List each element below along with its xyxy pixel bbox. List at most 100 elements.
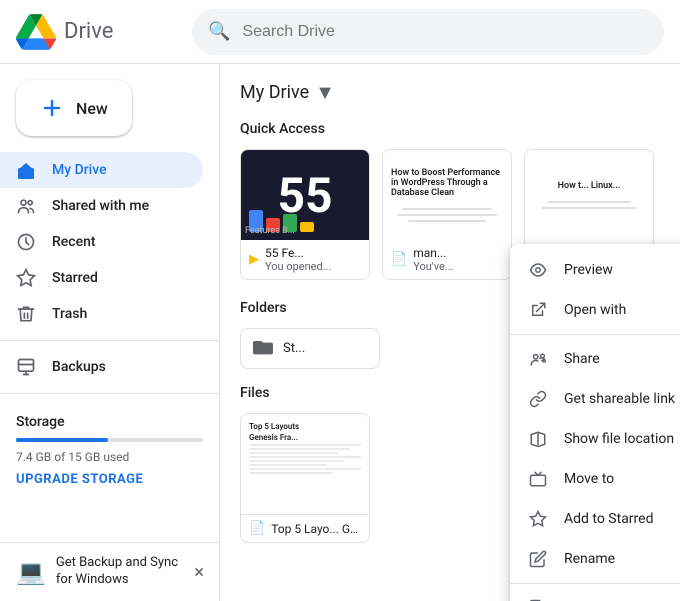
shared-icon	[16, 196, 36, 216]
recent-icon	[16, 232, 36, 252]
menu-item-open-with[interactable]: Open with ›	[510, 290, 680, 330]
file-doc-icon: 📄	[249, 521, 265, 536]
menu-divider-1	[510, 334, 680, 335]
sidebar-item-label: Shared with me	[52, 198, 149, 214]
qa-card-info-2: 📄 man... You've...	[383, 240, 511, 279]
new-button[interactable]: New	[16, 80, 132, 136]
qa-doc-title-2: How to Boost Performance in WordPress Th…	[391, 168, 503, 198]
star-icon	[528, 509, 548, 529]
preview-icon	[528, 260, 548, 280]
sidebar-divider	[0, 340, 219, 341]
sidebar-item-trash[interactable]: Trash	[0, 296, 203, 332]
doc-icon: 📄	[391, 252, 407, 267]
storage-used-text: 7.4 GB of 15 GB used	[16, 450, 203, 464]
context-menu: Preview Open with ›	[510, 244, 680, 601]
menu-item-make-copy[interactable]: Make a copy	[510, 588, 680, 601]
sidebar-item-label: Backups	[52, 359, 106, 375]
main-layout: New My Drive Shared with me	[0, 64, 680, 601]
qa-file-name-2: man...	[413, 246, 453, 260]
menu-item-move-to[interactable]: Move to	[510, 459, 680, 499]
search-input[interactable]	[242, 23, 648, 41]
qa-thumb-2: How to Boost Performance in WordPress Th…	[383, 150, 511, 240]
sidebar: New My Drive Shared with me	[0, 64, 220, 601]
sidebar-item-label: Recent	[52, 234, 96, 250]
menu-item-show-location[interactable]: Show file location	[510, 419, 680, 459]
menu-item-get-link[interactable]: Get shareable link	[510, 379, 680, 419]
menu-label-rename: Rename	[564, 551, 680, 567]
menu-item-share[interactable]: Share	[510, 339, 680, 379]
menu-label-share: Share	[564, 351, 680, 367]
open-with-icon	[528, 300, 548, 320]
menu-label-move-to: Move to	[564, 471, 680, 487]
backups-icon	[16, 357, 36, 377]
main-content: My Drive ▼ Quick Access 55 Features B...	[220, 64, 680, 601]
file-thumb-1: Top 5 Layouts Genesis Fra...	[241, 414, 369, 514]
sidebar-item-backups[interactable]: Backups	[0, 349, 203, 385]
file-card-info-1: 📄 Top 5 Layo... Genesis Fra...	[241, 514, 369, 542]
close-footer-button[interactable]: ×	[194, 562, 204, 583]
quick-access-card-2[interactable]: How to Boost Performance in WordPress Th…	[382, 149, 512, 280]
qa-file-sub-2: You've...	[413, 260, 453, 273]
menu-label-get-link: Get shareable link	[564, 391, 680, 407]
menu-label-preview: Preview	[564, 262, 680, 278]
app-header: Drive 🔍	[0, 0, 680, 64]
folder-item-1[interactable]: St...	[240, 328, 380, 369]
qa-file-sub-1: You opened...	[265, 260, 331, 273]
qa-thumb-1: 55 Features B...	[241, 150, 369, 240]
menu-label-open-with: Open with	[564, 302, 680, 318]
menu-label-add-starred: Add to Starred	[564, 511, 680, 527]
sidebar-item-label: Starred	[52, 270, 98, 286]
quick-access-card-1[interactable]: 55 Features B... ▶ 55 Fe... You opened..…	[240, 149, 370, 280]
qa-doc-title-3: How t... Linux...	[558, 181, 621, 191]
menu-item-rename[interactable]: Rename	[510, 539, 680, 579]
drive-logo-icon	[16, 12, 56, 52]
backup-sync-text: Get Backup and Sync for Windows	[56, 555, 185, 589]
storage-bar-fill	[16, 438, 108, 442]
my-drive-title: My Drive	[240, 82, 309, 103]
search-icon: 🔍	[208, 21, 230, 42]
app-title: Drive	[64, 19, 113, 44]
sidebar-item-label: Trash	[52, 306, 87, 322]
storage-section: Storage 7.4 GB of 15 GB used UPGRADE STO…	[0, 402, 219, 499]
menu-item-preview[interactable]: Preview	[510, 250, 680, 290]
move-icon	[528, 469, 548, 489]
slides-icon: ▶	[249, 252, 259, 267]
rename-icon	[528, 549, 548, 569]
folder-icon	[253, 337, 273, 360]
new-button-label: New	[76, 99, 108, 118]
file-thumb-title: Top 5 Layouts	[249, 422, 361, 431]
drive-dropdown-icon[interactable]: ▼	[315, 80, 335, 105]
drive-section-header: My Drive ▼	[240, 80, 660, 105]
plus-icon	[40, 96, 64, 120]
storage-label: Storage	[16, 414, 203, 430]
quick-access-title: Quick Access	[240, 121, 660, 137]
my-drive-icon	[16, 160, 36, 180]
file-card-1[interactable]: Top 5 Layouts Genesis Fra... 📄 Top 5	[240, 413, 370, 543]
qa-card-info-1: ▶ 55 Fe... You opened...	[241, 240, 369, 279]
qa-thumb-3: How t... Linux...	[525, 150, 653, 240]
share-icon	[528, 349, 548, 369]
sidebar-item-my-drive[interactable]: My Drive	[0, 152, 203, 188]
storage-bar-background	[16, 438, 203, 442]
sidebar-item-recent[interactable]: Recent	[0, 224, 203, 260]
sidebar-item-shared[interactable]: Shared with me	[0, 188, 203, 224]
backup-sync-footer: 💻 Get Backup and Sync for Windows ×	[0, 542, 220, 601]
starred-icon	[16, 268, 36, 288]
trash-icon	[16, 304, 36, 324]
upgrade-storage-button[interactable]: UPGRADE STORAGE	[16, 472, 203, 487]
qa-file-name-1: 55 Fe...	[265, 246, 331, 260]
logo-area: Drive	[16, 12, 176, 52]
menu-item-add-starred[interactable]: Add to Starred	[510, 499, 680, 539]
sidebar-divider-2	[0, 393, 219, 394]
computer-icon: 💻	[16, 558, 46, 586]
link-icon	[528, 389, 548, 409]
sidebar-item-starred[interactable]: Starred	[0, 260, 203, 296]
file-thumb-subtitle: Genesis Fra...	[249, 433, 361, 442]
file-name-1: Top 5 Layo... Genesis Fra...	[271, 522, 361, 536]
menu-divider-2	[510, 583, 680, 584]
search-bar[interactable]: 🔍	[192, 9, 664, 55]
folder-name-1: St...	[283, 341, 305, 356]
sidebar-item-label: My Drive	[52, 162, 107, 178]
menu-label-show-location: Show file location	[564, 431, 680, 447]
location-icon	[528, 429, 548, 449]
